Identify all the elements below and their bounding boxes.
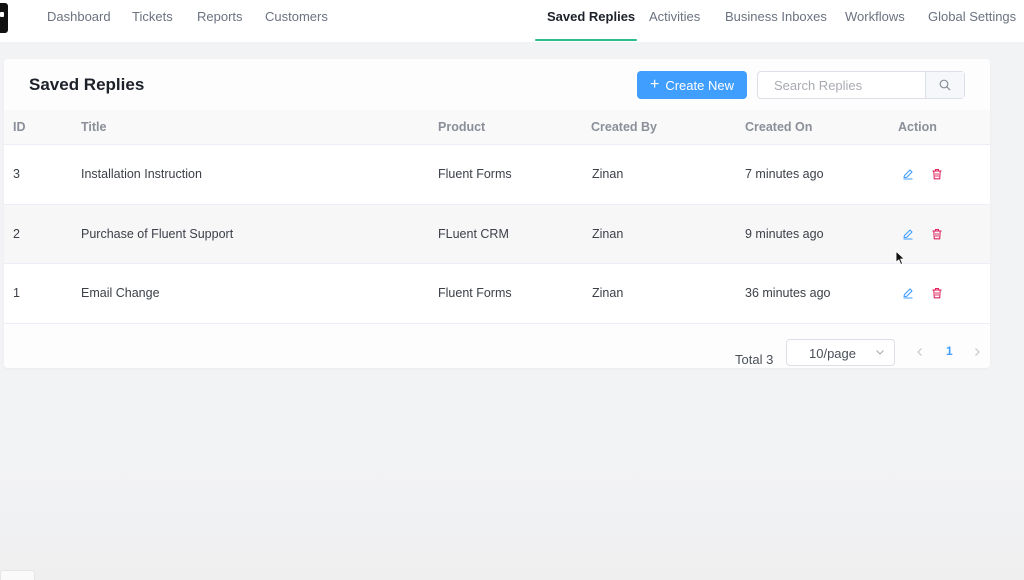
cell-created-by: Zinan — [592, 286, 624, 301]
app-logo[interactable] — [0, 3, 8, 33]
nav-item-customers[interactable]: Customers — [265, 0, 328, 42]
cell-id: 2 — [13, 226, 20, 241]
trash-icon — [932, 169, 942, 180]
page-size-select[interactable]: 10/page — [786, 339, 895, 366]
cell-created-on: 9 minutes ago — [745, 226, 824, 241]
cell-id: 1 — [13, 286, 20, 301]
column-header-product[interactable]: Product — [438, 110, 485, 145]
search-button[interactable] — [925, 72, 964, 98]
nav-item-reports[interactable]: Reports — [197, 0, 243, 42]
nav-item-business-inboxes[interactable]: Business Inboxes — [725, 0, 827, 42]
nav-item-workflows[interactable]: Workflows — [845, 0, 905, 42]
page-size-value: 10/page — [809, 346, 856, 361]
cell-product: Fluent Forms — [438, 167, 512, 181]
trash-icon — [932, 288, 942, 299]
top-navigation: Dashboard Tickets Reports Customers Save… — [0, 0, 1024, 42]
page-title: Saved Replies — [29, 75, 145, 94]
nav-item-global-settings[interactable]: Global Settings — [928, 0, 1016, 42]
chevron-right-icon[interactable] — [972, 346, 982, 358]
saved-replies-table: ID Title Product Created By Created On A… — [4, 110, 990, 324]
search-box — [757, 71, 965, 99]
table-row[interactable]: 3 Installation Instruction Fluent Forms … — [4, 145, 990, 205]
table-header: ID Title Product Created By Created On A… — [4, 110, 990, 145]
nav-item-tickets[interactable]: Tickets — [132, 0, 173, 42]
cell-product: Fluent Forms — [438, 286, 512, 301]
chevron-left-icon[interactable] — [915, 346, 925, 358]
edit-icon — [903, 288, 913, 299]
edit-button[interactable] — [901, 227, 915, 241]
delete-button[interactable] — [930, 286, 944, 300]
plus-icon: + — [650, 76, 660, 93]
create-new-label: Create New — [665, 77, 734, 93]
column-header-id[interactable]: ID — [13, 110, 26, 145]
column-header-created-on[interactable]: Created On — [745, 110, 812, 145]
bottom-corner-tab — [0, 570, 35, 580]
cell-title: Email Change — [81, 286, 160, 301]
page-number-current[interactable]: 1 — [946, 344, 953, 358]
column-header-title[interactable]: Title — [81, 110, 106, 145]
pagination-total: Total 3 — [735, 352, 774, 367]
cell-title: Installation Instruction — [81, 167, 202, 181]
edit-button[interactable] — [901, 286, 915, 300]
search-icon — [939, 79, 951, 91]
saved-replies-card: Saved Replies + Create New ID Title Prod… — [4, 59, 990, 368]
cell-product: FLuent CRM — [438, 226, 509, 241]
edit-button[interactable] — [901, 167, 915, 181]
chevron-down-icon — [876, 350, 884, 355]
cell-created-by: Zinan — [592, 167, 624, 181]
edit-icon — [903, 229, 913, 240]
cell-created-on: 7 minutes ago — [745, 167, 824, 181]
mouse-cursor-icon — [895, 250, 905, 265]
active-tab-indicator — [535, 39, 637, 41]
cell-id: 3 — [13, 167, 20, 181]
search-input[interactable] — [758, 72, 925, 98]
nav-item-saved-replies[interactable]: Saved Replies — [547, 0, 635, 42]
delete-button[interactable] — [930, 167, 944, 181]
table-row[interactable]: 1 Email Change Fluent Forms Zinan 36 min… — [4, 264, 990, 324]
pagination: Total 3 10/page 1 — [4, 338, 990, 368]
table-row[interactable]: 2 Purchase of Fluent Support FLuent CRM … — [4, 204, 990, 265]
column-header-created-by[interactable]: Created By — [591, 110, 657, 145]
edit-icon — [903, 169, 913, 180]
delete-button[interactable] — [930, 227, 944, 241]
nav-item-dashboard[interactable]: Dashboard — [47, 0, 111, 42]
cell-created-on: 36 minutes ago — [745, 286, 831, 301]
nav-item-activities[interactable]: Activities — [649, 0, 700, 42]
cell-title: Purchase of Fluent Support — [81, 226, 234, 241]
cell-created-by: Zinan — [592, 226, 624, 241]
create-new-button[interactable]: + Create New — [637, 71, 747, 99]
column-header-action: Action — [898, 120, 937, 134]
trash-icon — [932, 228, 942, 239]
